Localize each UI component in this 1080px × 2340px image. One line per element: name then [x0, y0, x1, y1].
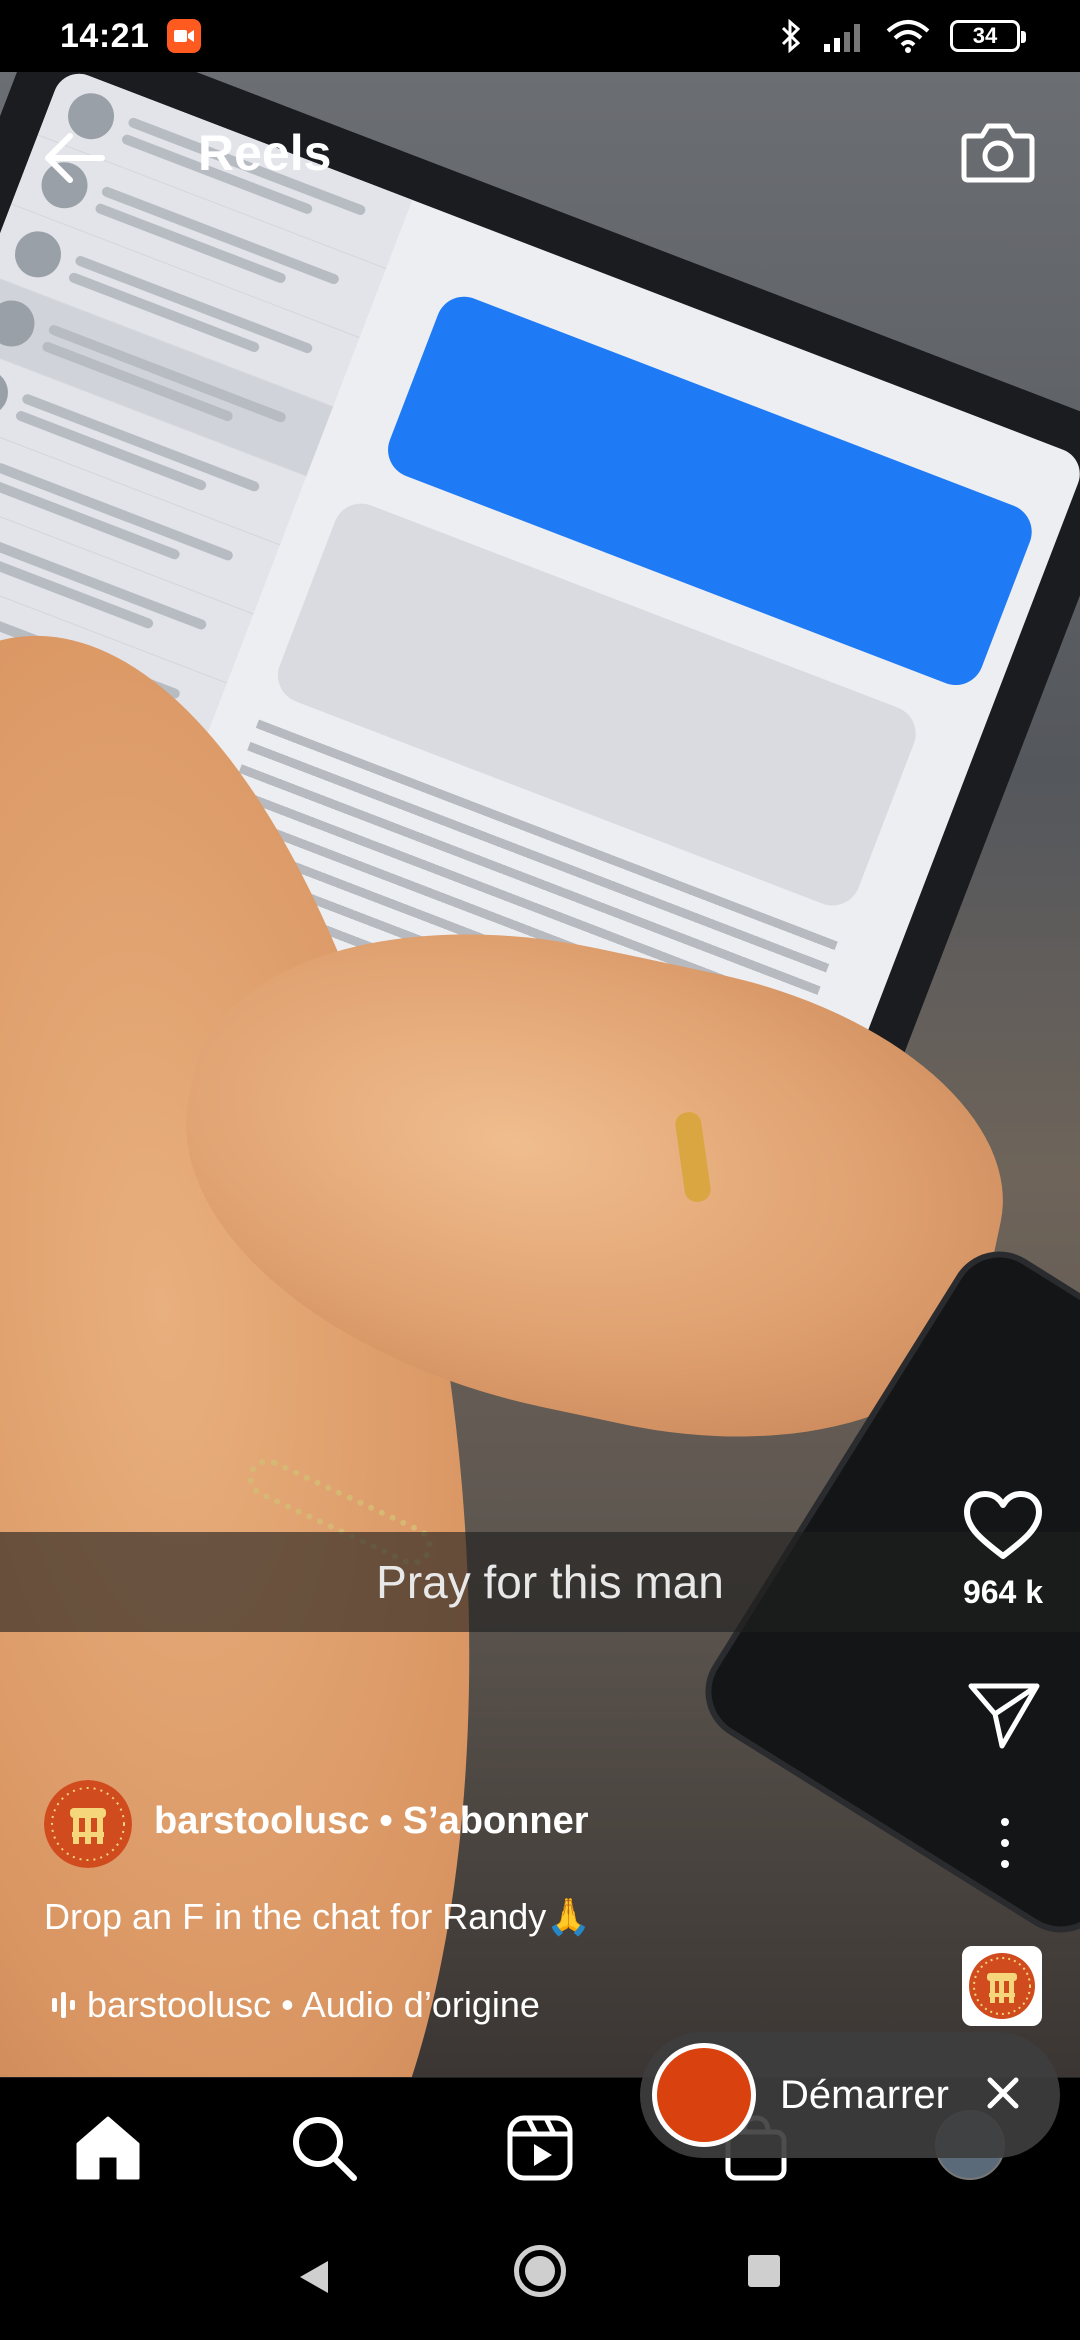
- nav-home[interactable]: [70, 2110, 146, 2186]
- barstool-logo-icon: [44, 1780, 132, 1868]
- close-button[interactable]: [980, 2070, 1026, 2116]
- record-button[interactable]: [652, 2043, 756, 2147]
- author-username[interactable]: barstoolusc: [154, 1800, 369, 1843]
- video-caption-band: Pray for this man: [0, 1532, 1080, 1632]
- more-vertical-icon: [1001, 1818, 1009, 1826]
- paper-plane-icon: [968, 1683, 1040, 1749]
- nav-reels[interactable]: [502, 2110, 578, 2186]
- audio-bars-icon: [52, 1991, 75, 2019]
- search-icon: [293, 2117, 357, 2181]
- bluetooth-icon: [781, 18, 801, 54]
- status-bar: 14:21 34: [0, 0, 1080, 72]
- share-button[interactable]: [966, 1680, 1042, 1750]
- reels-icon: [507, 2115, 573, 2181]
- nav-search[interactable]: [286, 2110, 362, 2186]
- signal-icon: [824, 24, 860, 52]
- camera-button[interactable]: [960, 118, 1036, 184]
- status-icons: 34: [780, 18, 1026, 54]
- reel-video[interactable]: [0, 72, 1080, 2077]
- recents-square-icon[interactable]: [748, 2255, 780, 2287]
- post-caption[interactable]: Drop an F in the chat for Randy🙏: [44, 1896, 591, 1938]
- like-count: 964 k: [962, 1574, 1044, 1610]
- author-line: barstoolusc • S’abonner: [154, 1800, 589, 1843]
- screen-record-icon: [167, 19, 202, 53]
- audio-link[interactable]: barstoolusc • Audio d’origine: [52, 1984, 540, 2026]
- back-triangle-icon[interactable]: [296, 2259, 330, 2295]
- page-title: Reels: [198, 125, 332, 181]
- audio-text: barstoolusc • Audio d’origine: [87, 1984, 540, 2025]
- home-circle-icon[interactable]: [514, 2245, 566, 2297]
- arrow-left-icon: [45, 133, 105, 183]
- back-button[interactable]: [40, 128, 110, 188]
- follow-button[interactable]: S’abonner: [403, 1800, 589, 1843]
- author-avatar[interactable]: [44, 1780, 132, 1868]
- video-caption-text: Pray for this man: [376, 1556, 724, 1608]
- wifi-icon: [886, 20, 930, 53]
- heart-icon: [964, 1491, 1042, 1559]
- system-nav: [0, 2213, 1080, 2340]
- like-button[interactable]: [962, 1488, 1044, 1562]
- author-separator: •: [379, 1800, 393, 1842]
- battery-icon: 34: [950, 20, 1026, 52]
- status-time: 14:21: [60, 16, 150, 55]
- close-icon: [987, 2077, 1019, 2109]
- home-icon: [76, 2116, 140, 2180]
- start-recording-pill[interactable]: Démarrer: [640, 2032, 1060, 2158]
- start-label[interactable]: Démarrer: [780, 2073, 949, 2118]
- more-options-button[interactable]: [990, 1818, 1020, 1868]
- audio-thumbnail[interactable]: [962, 1946, 1042, 2026]
- barstool-logo-icon: [969, 1953, 1035, 2019]
- camera-icon: [961, 123, 1035, 183]
